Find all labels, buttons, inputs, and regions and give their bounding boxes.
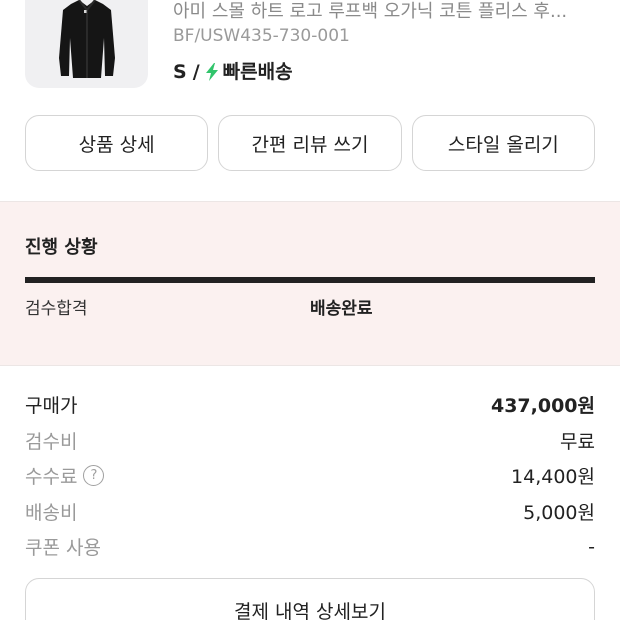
product-option: S / 빠른배송 (173, 59, 293, 85)
coupon-label: 쿠폰 사용 (25, 537, 101, 560)
product-code: BF/USW435-730-001 (173, 26, 350, 46)
inspection-fee-label: 검수비 (25, 430, 78, 453)
progress-title: 진행 상황 (25, 237, 98, 258)
progress-section: 진행 상황 검수합격 배송완료 (0, 201, 620, 366)
quick-review-button[interactable]: 간편 리뷰 쓰기 (218, 115, 402, 171)
shipping-fee-label: 배송비 (25, 501, 78, 524)
price-row: 구매가 437,000원 (25, 387, 595, 423)
price-label: 구매가 (25, 395, 78, 418)
action-buttons: 상품 상세 간편 리뷰 쓰기 스타일 올리기 (25, 115, 595, 171)
size-label: S (173, 61, 187, 83)
progress-step-inspection: 검수합격 (25, 299, 88, 319)
commission-label-text: 수수료 (25, 466, 78, 489)
product-image[interactable] (25, 0, 148, 88)
commission-label: 수수료 ? (25, 462, 105, 489)
product-summary: 아미 스몰 하트 로고 루프백 오가닉 코튼 플리스 후... BF/USW43… (0, 0, 620, 100)
question-circle-icon[interactable]: ? (83, 465, 105, 487)
inspection-fee-value: 무료 (560, 430, 595, 453)
product-detail-button[interactable]: 상품 상세 (25, 115, 209, 171)
upload-style-button[interactable]: 스타일 올리기 (411, 115, 595, 171)
payment-detail-button[interactable]: 결제 내역 상세보기 (25, 578, 595, 620)
coupon-row: 쿠폰 사용 - (25, 529, 595, 565)
fast-delivery-label: 빠른배송 (222, 61, 293, 83)
progress-step-delivered: 배송완료 (310, 299, 373, 319)
coupon-value: - (588, 535, 595, 558)
commission-row: 수수료 ? 14,400원 (25, 458, 595, 494)
product-name: 아미 스몰 하트 로고 루프백 오가닉 코튼 플리스 후... (173, 1, 568, 22)
inspection-fee-row: 검수비 무료 (25, 423, 595, 459)
black-hoodie-image (59, 0, 115, 78)
price-value: 437,000원 (490, 395, 595, 418)
payment-summary: 구매가 437,000원 검수비 무료 수수료 ? 14,400원 배송비 5,… (25, 387, 595, 565)
progress-bar (25, 277, 595, 283)
option-separator: / (192, 61, 200, 83)
shipping-fee-value: 5,000원 (523, 501, 595, 524)
shipping-fee-row: 배송비 5,000원 (25, 494, 595, 530)
lightning-bolt-icon (205, 63, 218, 81)
commission-value: 14,400원 (511, 466, 595, 489)
